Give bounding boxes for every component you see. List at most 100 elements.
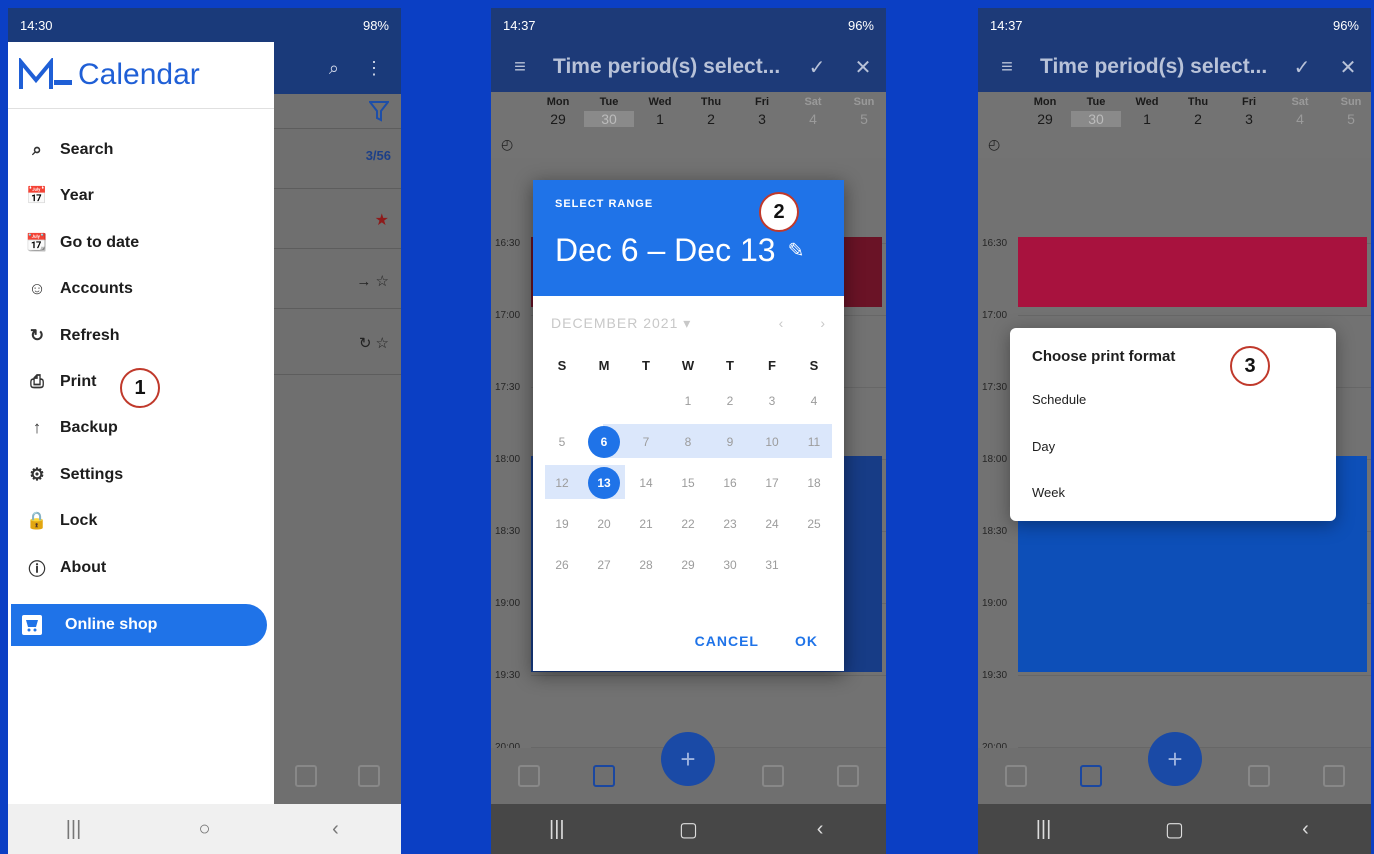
day-name: Thu xyxy=(1187,96,1209,108)
confirm-check-icon[interactable]: ✓ xyxy=(1279,55,1325,80)
calendar-day[interactable]: 12 xyxy=(541,465,583,501)
hamburger-menu-icon[interactable]: ≡ xyxy=(497,56,543,79)
back-icon[interactable]: ‹ xyxy=(790,818,850,841)
calendar-day-icon[interactable] xyxy=(761,765,784,787)
ok-button[interactable]: OK xyxy=(795,633,818,649)
week-day-wed[interactable]: Wed 1 xyxy=(635,96,685,127)
menu-item-accounts[interactable]: ☺ Accounts xyxy=(8,266,274,312)
calendar-day[interactable]: 16 xyxy=(709,465,751,501)
calendar-day[interactable]: 27 xyxy=(583,547,625,583)
calendar-day[interactable]: 19 xyxy=(541,506,583,542)
calendar-day[interactable]: 6 xyxy=(583,424,625,460)
week-day-sun[interactable]: Sun 5 xyxy=(839,96,886,127)
step-marker-1: 1 xyxy=(120,368,160,408)
week-day-sat[interactable]: Sat 4 xyxy=(1275,96,1325,127)
calendar-week-icon[interactable] xyxy=(593,765,616,787)
calendar-agenda-icon[interactable] xyxy=(837,765,860,787)
recent-apps-icon[interactable]: ||| xyxy=(527,818,587,841)
week-day-fri[interactable]: Fri 3 xyxy=(737,96,787,127)
menu-item-lock[interactable]: 🔒 Lock xyxy=(8,498,274,544)
week-day-thu[interactable]: Thu 2 xyxy=(1173,96,1223,127)
calendar-day[interactable]: 17 xyxy=(751,465,793,501)
menu-item-year[interactable]: 📅 Year xyxy=(8,173,274,219)
calendar-day[interactable]: 20 xyxy=(583,506,625,542)
back-icon[interactable]: ‹ xyxy=(306,818,366,841)
calendar-week-icon[interactable] xyxy=(1079,765,1102,787)
back-icon[interactable]: ‹ xyxy=(1276,818,1336,841)
calendar-day[interactable]: 9 xyxy=(709,424,751,460)
menu-item-backup[interactable]: ↑ Backup xyxy=(8,405,274,451)
add-event-button[interactable]: + xyxy=(1148,732,1202,786)
calendar-day-icon[interactable] xyxy=(1247,765,1270,787)
calendar-day[interactable]: 22 xyxy=(667,506,709,542)
close-icon[interactable]: ✕ xyxy=(1325,55,1371,80)
calendar-day[interactable]: 29 xyxy=(667,547,709,583)
add-event-button[interactable]: + xyxy=(661,732,715,786)
calendar-day[interactable]: 10 xyxy=(751,424,793,460)
calendar-day[interactable]: 8 xyxy=(667,424,709,460)
hamburger-menu-icon[interactable]: ≡ xyxy=(984,56,1030,79)
calendar-day[interactable]: 30 xyxy=(709,547,751,583)
menu-item-refresh[interactable]: ↻ Refresh xyxy=(8,313,274,359)
calendar-day[interactable]: 18 xyxy=(793,465,835,501)
print-option-schedule[interactable]: Schedule xyxy=(1032,392,1086,407)
week-day-tue[interactable]: Tue 30 xyxy=(1071,96,1121,127)
day-name: Sun xyxy=(1340,96,1362,108)
calendar-day[interactable]: 21 xyxy=(625,506,667,542)
calendar-day[interactable]: 1 xyxy=(667,383,709,419)
calendar-day[interactable]: 25 xyxy=(793,506,835,542)
next-month-icon[interactable]: › xyxy=(820,315,826,331)
edit-pencil-icon[interactable]: ✎ xyxy=(788,238,805,263)
calendar-day[interactable]: 31 xyxy=(751,547,793,583)
time-zone-clock-icon[interactable]: ◴ xyxy=(988,136,1000,153)
print-option-week[interactable]: Week xyxy=(1032,485,1065,500)
week-day-sat[interactable]: Sat 4 xyxy=(788,96,838,127)
calendar-day-number: 18 xyxy=(807,475,821,490)
calendar-day-number: 14 xyxy=(639,475,653,490)
cancel-button[interactable]: CANCEL xyxy=(695,633,759,649)
calendar-week-row: 1 2 3 4 xyxy=(533,380,844,421)
online-shop-button[interactable]: Online shop xyxy=(11,604,267,646)
month-dropdown[interactable]: DECEMBER 2021 ▾ xyxy=(551,315,691,332)
calendar-day[interactable]: 7 xyxy=(625,424,667,460)
calendar-day[interactable]: 11 xyxy=(793,424,835,460)
close-icon[interactable]: ✕ xyxy=(840,55,886,80)
week-day-wed[interactable]: Wed 1 xyxy=(1122,96,1172,127)
home-icon[interactable]: ▢ xyxy=(1145,817,1205,842)
calendar-day[interactable]: 26 xyxy=(541,547,583,583)
recent-apps-icon[interactable]: ||| xyxy=(1014,818,1074,841)
menu-item-about[interactable]: ⓘ About xyxy=(8,545,274,591)
calendar-day[interactable]: 23 xyxy=(709,506,751,542)
calendar-day[interactable]: 13 xyxy=(583,465,625,501)
calendar-day[interactable]: 3 xyxy=(751,383,793,419)
week-day-mon[interactable]: Mon 29 xyxy=(1020,96,1070,127)
event-block-red[interactable] xyxy=(1018,237,1367,307)
home-icon[interactable]: ▢ xyxy=(658,817,718,842)
menu-item-search[interactable]: ⌕ Search xyxy=(8,127,274,173)
week-day-tue[interactable]: Tue 30 xyxy=(584,96,634,127)
calendar-day[interactable]: 14 xyxy=(625,465,667,501)
calendar-month-icon[interactable] xyxy=(517,765,540,787)
menu-item-settings[interactable]: ⚙ Settings xyxy=(8,452,274,498)
week-day-sun[interactable]: Sun 5 xyxy=(1326,96,1371,127)
home-icon[interactable]: ○ xyxy=(175,818,235,841)
week-day-mon[interactable]: Mon 29 xyxy=(533,96,583,127)
month-selector: DECEMBER 2021 ▾ ‹ › xyxy=(533,296,844,350)
calendar-day-number: 21 xyxy=(639,516,653,531)
week-day-thu[interactable]: Thu 2 xyxy=(686,96,736,127)
menu-item-go-to-date[interactable]: 📆 Go to date xyxy=(8,220,274,266)
calendar-day[interactable]: 24 xyxy=(751,506,793,542)
calendar-day[interactable]: 5 xyxy=(541,424,583,460)
recent-apps-icon[interactable]: ||| xyxy=(44,818,104,841)
calendar-day[interactable]: 15 xyxy=(667,465,709,501)
calendar-day[interactable]: 2 xyxy=(709,383,751,419)
print-option-day[interactable]: Day xyxy=(1032,439,1055,454)
calendar-agenda-icon[interactable] xyxy=(1322,765,1345,787)
time-zone-clock-icon[interactable]: ◴ xyxy=(501,136,513,153)
calendar-month-icon[interactable] xyxy=(1004,765,1027,787)
week-day-fri[interactable]: Fri 3 xyxy=(1224,96,1274,127)
calendar-day[interactable]: 28 xyxy=(625,547,667,583)
confirm-check-icon[interactable]: ✓ xyxy=(794,55,840,80)
prev-month-icon[interactable]: ‹ xyxy=(779,315,785,331)
calendar-day[interactable]: 4 xyxy=(793,383,835,419)
